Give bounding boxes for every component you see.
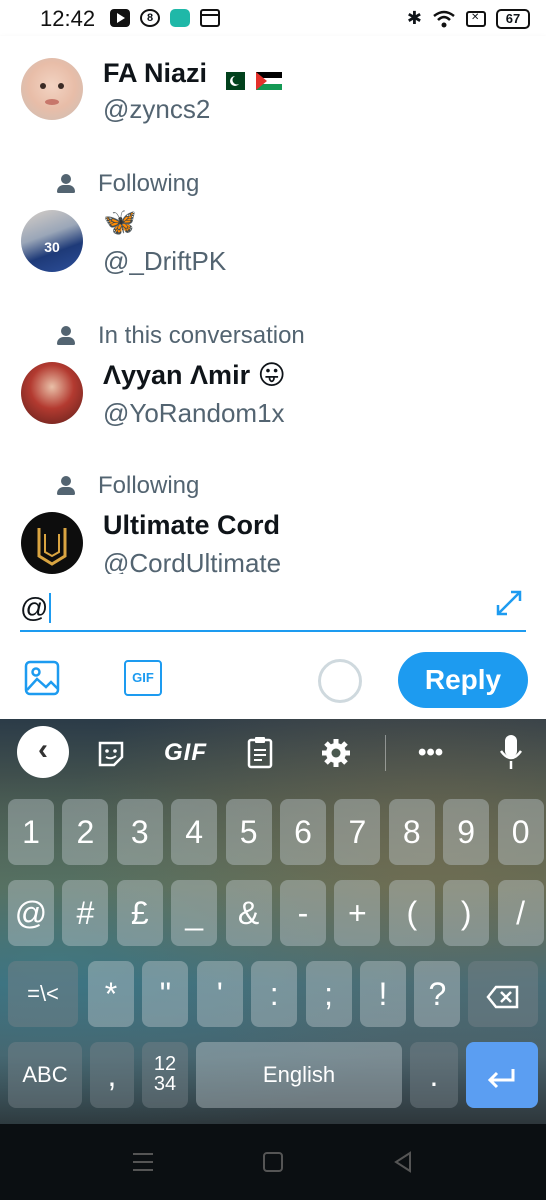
avatar xyxy=(21,362,83,424)
space-key[interactable]: English xyxy=(196,1042,402,1108)
key-digit-2[interactable]: 3 xyxy=(116,799,163,865)
key-digit-6[interactable]: 7 xyxy=(334,799,381,865)
sticker-icon[interactable] xyxy=(96,739,126,769)
social-context-label: In this conversation xyxy=(98,322,305,349)
no-sim-icon xyxy=(466,10,486,27)
palestine-flag-icon xyxy=(256,66,283,90)
key-symbol-4[interactable]: & xyxy=(225,880,272,946)
recent-apps-icon[interactable] xyxy=(131,1151,155,1173)
key-punct-4[interactable]: : xyxy=(251,961,298,1027)
social-context: In this conversation xyxy=(56,322,305,350)
back-icon[interactable] xyxy=(392,1151,414,1173)
avatar: 30 xyxy=(21,210,83,272)
user-handle: @zyncs2 xyxy=(103,94,211,124)
person-icon xyxy=(56,174,76,194)
abc-key[interactable]: ABC xyxy=(8,1042,82,1108)
key-punct-3[interactable]: ' xyxy=(196,961,243,1027)
chevron-left-icon[interactable]: ‹ xyxy=(17,726,69,778)
system-navigation-bar xyxy=(0,1124,546,1200)
status-bar: 12:42 8 ✱ 67 xyxy=(0,0,546,36)
key-symbol-8[interactable]: ) xyxy=(443,880,490,946)
youtube-notification-icon xyxy=(110,9,130,27)
key-symbol-0[interactable]: @ xyxy=(8,880,54,946)
user-handle: @_DriftPK xyxy=(103,246,227,276)
reply-button[interactable]: Reply xyxy=(398,652,528,708)
toolbar-divider xyxy=(385,735,386,771)
numpad-key[interactable]: 12 34 xyxy=(142,1042,188,1108)
reply-composer: @ GIF Reply xyxy=(0,574,546,719)
battery-icon: 67 xyxy=(496,8,530,29)
suggestion-item[interactable]: Following 30 🦋 @_DriftPK xyxy=(0,166,546,306)
svg-text:30: 30 xyxy=(44,239,60,255)
key-digit-4[interactable]: 5 xyxy=(225,799,272,865)
key-digit-7[interactable]: 8 xyxy=(388,799,435,865)
suggestion-item[interactable]: FA Niazi @zyncs2 xyxy=(0,36,546,146)
text-caret xyxy=(49,593,52,623)
suggestion-item[interactable]: In this conversation Λyyan Λmir 😛 @YoRan… xyxy=(0,318,546,458)
microphone-icon[interactable] xyxy=(498,733,524,771)
comma-key[interactable]: , xyxy=(90,1042,134,1108)
more-icon[interactable]: ••• xyxy=(418,739,443,767)
gif-button[interactable]: GIF xyxy=(124,660,162,696)
suggestion-item[interactable]: Following Ultimate Cord @CordUltimate xyxy=(0,468,546,574)
image-icon[interactable] xyxy=(24,660,60,696)
user-display-name: Λyyan Λmir 😛 xyxy=(103,360,286,390)
user-display-name: Ultimate Cord xyxy=(103,510,281,540)
social-context-label: Following xyxy=(98,472,200,499)
key-symbol-7[interactable]: ( xyxy=(388,880,435,946)
reply-text-input[interactable]: @ xyxy=(20,582,526,632)
user-display-name: 🦋 xyxy=(103,207,137,237)
key-punct-2[interactable]: " xyxy=(142,961,189,1027)
pakistan-flag-icon xyxy=(218,66,245,90)
person-icon xyxy=(56,326,76,346)
wifi-icon xyxy=(433,10,455,27)
status-time: 12:42 xyxy=(40,6,96,31)
user-handle: @CordUltimate xyxy=(103,548,282,574)
numpad-key-bottom: 34 xyxy=(153,1073,177,1095)
period-key[interactable]: . xyxy=(410,1042,458,1108)
key-digit-8[interactable]: 9 xyxy=(443,799,490,865)
reply-input-value: @ xyxy=(20,592,49,623)
character-count-ring xyxy=(318,659,362,703)
bluetooth-icon: ✱ xyxy=(406,8,422,28)
key-digit-0[interactable]: 1 xyxy=(8,799,54,865)
key-punct-1[interactable]: * xyxy=(88,961,134,1027)
app-notification-icon: 8 xyxy=(140,9,160,27)
key-digit-1[interactable]: 2 xyxy=(62,799,109,865)
key-digit-5[interactable]: 6 xyxy=(280,799,326,865)
key-symbol-1[interactable]: # xyxy=(62,880,109,946)
key-digit-3[interactable]: 4 xyxy=(171,799,218,865)
social-context: Following xyxy=(56,170,199,198)
keyboard-toolbar: ‹ GIF ••• xyxy=(0,719,546,783)
key-punct-7[interactable]: ? xyxy=(414,961,461,1027)
user-handle: @YoRandom1x xyxy=(103,398,285,428)
key-symbol-2[interactable]: £ xyxy=(116,880,163,946)
key-symbols-page[interactable]: =\< xyxy=(8,961,78,1027)
key-digit-9[interactable]: 0 xyxy=(497,799,544,865)
expand-icon[interactable] xyxy=(494,588,524,618)
avatar xyxy=(21,58,83,120)
backspace-key[interactable] xyxy=(468,961,538,1027)
social-context: Following xyxy=(56,472,199,500)
gear-icon[interactable] xyxy=(320,737,352,769)
mention-suggestions: FA Niazi @zyncs2 Following 30 🦋 @_DriftP… xyxy=(0,36,546,574)
key-punct-5[interactable]: ; xyxy=(305,961,352,1027)
keyboard-gif-button[interactable]: GIF xyxy=(164,739,207,767)
enter-key[interactable] xyxy=(466,1042,538,1108)
key-symbol-3[interactable]: _ xyxy=(171,880,218,946)
key-symbol-6[interactable]: + xyxy=(334,880,381,946)
home-icon[interactable] xyxy=(262,1151,284,1173)
key-punct-6[interactable]: ! xyxy=(360,961,406,1027)
chat-notification-icon xyxy=(170,9,190,27)
person-icon xyxy=(56,476,76,496)
clipboard-icon[interactable] xyxy=(246,735,274,769)
key-symbol-9[interactable]: / xyxy=(497,880,544,946)
calendar-notification-icon xyxy=(200,9,220,27)
user-display-name: FA Niazi xyxy=(103,58,283,90)
key-symbol-5[interactable]: - xyxy=(280,880,326,946)
avatar xyxy=(21,512,83,574)
social-context-label: Following xyxy=(98,170,200,197)
numpad-key-top: 12 xyxy=(153,1053,177,1075)
